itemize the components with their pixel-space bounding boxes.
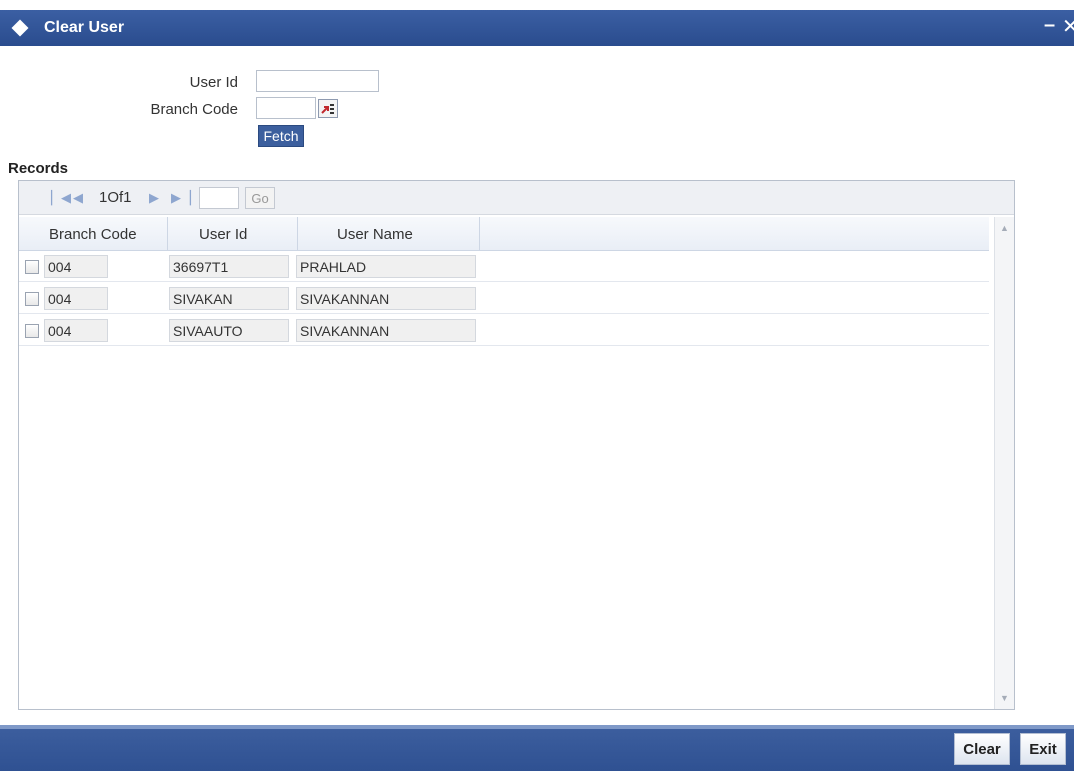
minimize-button[interactable]: –	[1044, 14, 1055, 37]
grid-header: Branch Code User Id User Name	[19, 217, 989, 251]
records-grid: Branch Code User Id User Name 004 36697T…	[19, 217, 994, 709]
last-page-icon[interactable]: ▶▕	[171, 190, 191, 206]
user-id-label: User Id	[189, 74, 238, 91]
go-button[interactable]: Go	[245, 187, 275, 209]
cell-branch-code: 004	[44, 287, 108, 310]
scroll-down-icon[interactable]: ▼	[1000, 693, 1009, 703]
fetch-button[interactable]: Fetch	[258, 125, 304, 147]
footer-divider	[0, 725, 1074, 729]
branch-code-input[interactable]	[256, 97, 316, 119]
scroll-up-icon[interactable]: ▲	[1000, 223, 1009, 233]
page-info: 1Of1	[99, 189, 132, 206]
column-header-branch-code[interactable]: Branch Code	[49, 226, 137, 243]
user-id-input[interactable]	[256, 70, 379, 92]
title-bar: Clear User – ✕	[0, 10, 1074, 46]
cell-user-id: 36697T1	[169, 255, 289, 278]
next-page-icon[interactable]: ▶	[149, 190, 159, 206]
records-title: Records	[8, 160, 69, 177]
cell-branch-code: 004	[44, 255, 108, 278]
window-title: Clear User	[44, 19, 125, 36]
records-panel: ▏◀ ◀ 1Of1 ▶ ▶▕ Go Branch Code User Id Us…	[18, 180, 1015, 710]
first-page-icon[interactable]: ▏◀	[51, 190, 71, 206]
footer-bar: Clear Exit	[0, 725, 1074, 771]
column-header-user-name[interactable]: User Name	[337, 226, 413, 243]
vertical-scrollbar[interactable]: ▲ ▼	[994, 217, 1014, 709]
cell-branch-code: 004	[44, 319, 108, 342]
list-of-values-icon	[321, 103, 334, 114]
column-divider	[167, 217, 168, 251]
table-row: 004 36697T1 PRAHLAD	[19, 251, 989, 282]
pager-toolbar: ▏◀ ◀ 1Of1 ▶ ▶▕ Go	[19, 181, 1014, 215]
clear-button[interactable]: Clear	[954, 733, 1010, 765]
exit-button[interactable]: Exit	[1020, 733, 1066, 765]
table-row: 004 SIVAAUTO SIVAKANNAN	[19, 315, 989, 346]
cell-user-name: PRAHLAD	[296, 255, 476, 278]
diamond-icon	[11, 19, 29, 37]
previous-page-icon[interactable]: ◀	[73, 190, 83, 206]
table-row: 004 SIVAKAN SIVAKANNAN	[19, 283, 989, 314]
cell-user-name: SIVAKANNAN	[296, 319, 476, 342]
cell-user-name: SIVAKANNAN	[296, 287, 476, 310]
cell-user-id: SIVAAUTO	[169, 319, 289, 342]
column-divider	[297, 217, 298, 251]
branch-code-label: Branch Code	[150, 101, 238, 118]
column-divider	[479, 217, 480, 251]
row-checkbox[interactable]	[25, 260, 39, 274]
column-header-user-id[interactable]: User Id	[199, 226, 247, 243]
branch-code-lov-button[interactable]	[318, 99, 338, 118]
clear-user-window: Clear User – ✕ User Id Branch Code Fetch…	[0, 0, 1074, 771]
row-checkbox[interactable]	[25, 292, 39, 306]
close-button[interactable]: ✕	[1062, 14, 1074, 39]
row-checkbox[interactable]	[25, 324, 39, 338]
page-number-input[interactable]	[199, 187, 239, 209]
cell-user-id: SIVAKAN	[169, 287, 289, 310]
